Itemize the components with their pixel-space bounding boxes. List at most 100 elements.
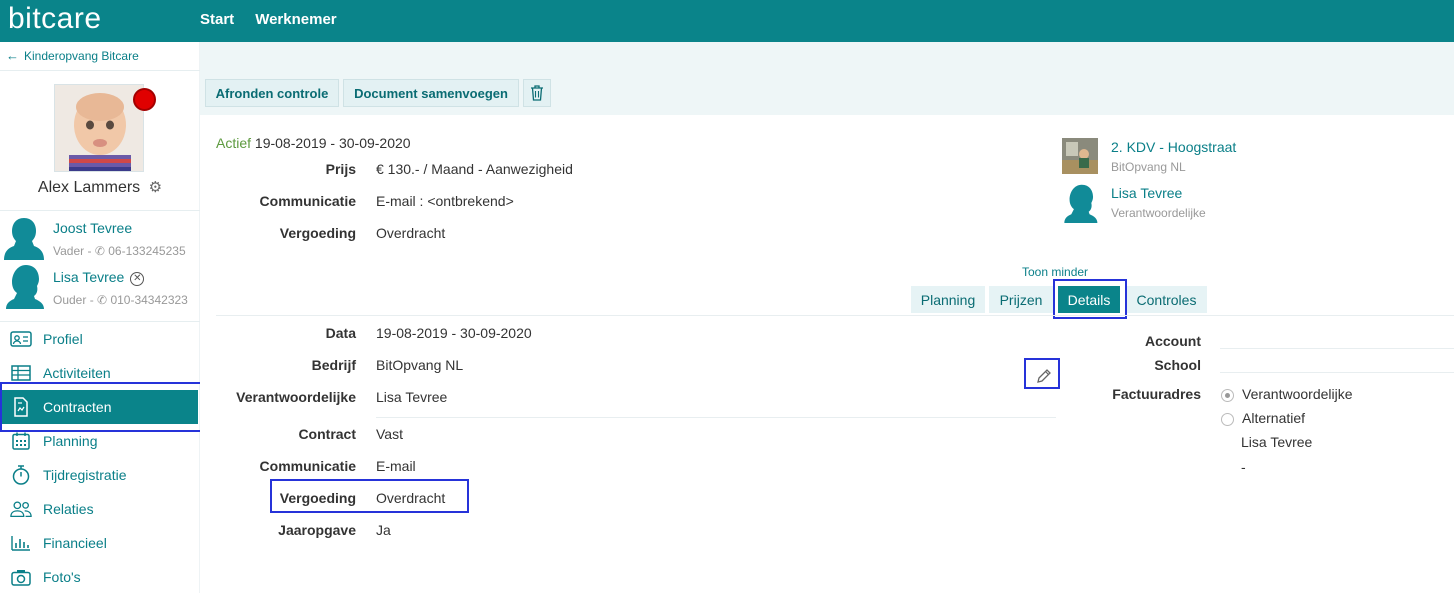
summary-value: € 130.- / Maand - Aanwezigheid (376, 161, 573, 177)
parent-role: Ouder (53, 293, 87, 307)
menu-label: Activiteiten (43, 365, 111, 381)
child-avatar[interactable] (54, 84, 144, 172)
location-title[interactable]: 2. KDV - Hoogstraat (1111, 139, 1236, 155)
nav-werknemer[interactable]: Werknemer (255, 11, 336, 28)
status-dot (133, 88, 156, 111)
menu-item-contracten[interactable]: Contracten (0, 390, 198, 424)
contract-period: 19-08-2019 - 30-09-2020 (254, 135, 411, 151)
menu-label: Tijdregistratie (43, 467, 127, 483)
menu-item-activiteiten[interactable]: Activiteiten (0, 356, 200, 390)
menu-item-relaties[interactable]: Relaties (0, 492, 200, 526)
detail-label: Verantwoordelijke (236, 389, 356, 405)
detail-value: 19-08-2019 - 30-09-2020 (376, 325, 532, 341)
pencil-icon (1037, 369, 1051, 383)
responsible-subtitle: Verantwoordelijke (1111, 206, 1206, 220)
phone-icon: ✆ (97, 293, 108, 307)
document-icon (10, 397, 32, 417)
detail-label: Vergoeding (279, 490, 356, 506)
summary-value: E-mail : <ontbrekend> (376, 193, 514, 209)
detail-label: Communicatie (259, 458, 356, 474)
parent-info: Vader - ✆ 06-133245235 (53, 244, 186, 258)
divider (216, 315, 1454, 316)
remove-circle-icon[interactable]: ✕ (130, 272, 145, 286)
top-bar: bitcare Start Werknemer (0, 0, 1454, 42)
child-name-row: Alex Lammers ⚙ (0, 178, 200, 197)
parent-phone: 06-133245235 (108, 244, 186, 258)
menu-item-planning[interactable]: Planning (0, 424, 200, 458)
toolbar: Afronden controle Document samenvoegen (200, 75, 1454, 111)
trash-icon (531, 85, 543, 101)
radio-label: Verantwoordelijke (1242, 386, 1353, 402)
parent-name[interactable]: Joost Tevree (53, 220, 132, 236)
calendar-icon (10, 431, 32, 451)
menu-item-financieel[interactable]: Financieel (0, 526, 200, 560)
person-silhouette-icon (4, 218, 44, 260)
sidebar-menu: Profiel Activiteiten Contracten Planning… (0, 322, 200, 593)
document-samenvoegen-button[interactable]: Document samenvoegen (343, 79, 519, 107)
status-label: Actief (216, 135, 252, 151)
phone-icon: ✆ (94, 244, 105, 258)
divider (1220, 348, 1454, 349)
detail-value: Lisa Tevree (376, 389, 448, 405)
detail-value: Vast (376, 426, 403, 442)
detail-value: Ja (376, 522, 391, 538)
summary-value: Overdracht (376, 225, 446, 241)
parent-card: Lisa Tevree ✕ Ouder - ✆ 010-34342323 (4, 263, 200, 309)
detail-label: Data (325, 325, 356, 341)
top-nav: Start Werknemer (200, 11, 337, 28)
back-link[interactable]: ← Kinderopvang Bitcare (6, 48, 139, 63)
address-name: Lisa Tevree (1241, 434, 1313, 450)
contract-panel: Actief 19-08-2019 - 30-09-2020 Prijs € 1… (200, 115, 1454, 593)
menu-item-tijdregistratie[interactable]: Tijdregistratie (0, 458, 200, 492)
menu-label: Planning (43, 433, 98, 449)
parent-phone: 010-34342323 (110, 293, 188, 307)
summary-label: Vergoeding (279, 225, 356, 241)
afronden-controle-button[interactable]: Afronden controle (205, 79, 339, 107)
menu-label: Relaties (43, 501, 94, 517)
person-silhouette-icon (6, 265, 44, 309)
child-name: Alex Lammers (37, 179, 141, 196)
parent-role: Vader (53, 244, 85, 258)
delete-button[interactable] (523, 79, 551, 107)
bar-chart-icon (10, 533, 32, 553)
detail-label: Bedrijf (311, 357, 356, 373)
baby-photo-icon (55, 85, 143, 171)
address-extra: - (1241, 459, 1246, 475)
stopwatch-icon (10, 465, 32, 485)
sidebar: ← Kinderopvang Bitcare Alex Lammers ⚙ Jo… (0, 42, 200, 593)
main-area: Afronden controle Document samenvoegen A… (200, 42, 1454, 593)
camera-icon (10, 567, 32, 587)
tab-controles[interactable]: Controles (1126, 286, 1207, 313)
people-icon (10, 499, 32, 519)
table-icon (10, 363, 32, 383)
radio-verantwoordelijke[interactable] (1221, 389, 1234, 402)
divider (0, 210, 200, 211)
id-card-icon (10, 329, 32, 349)
summary-label: Communicatie (259, 193, 356, 209)
tab-planning[interactable]: Planning (911, 286, 985, 313)
menu-label: Financieel (43, 535, 107, 551)
radio-alternatief[interactable] (1221, 413, 1234, 426)
nav-start[interactable]: Start (200, 11, 234, 28)
responsible-title[interactable]: Lisa Tevree (1111, 185, 1182, 201)
arrow-left-icon: ← (6, 48, 19, 63)
tab-details[interactable]: Details (1058, 286, 1120, 313)
menu-item-fotos[interactable]: Foto's (0, 560, 200, 593)
detail-value: BitOpvang NL (376, 357, 464, 373)
toon-minder-link[interactable]: Toon minder (1022, 265, 1088, 279)
detail-label: School (1154, 357, 1201, 373)
back-link-label: Kinderopvang Bitcare (24, 48, 139, 63)
gear-icon[interactable]: ⚙ (149, 178, 162, 196)
brand-logo[interactable]: bitcare (8, 2, 102, 36)
parent-name[interactable]: Lisa Tevree (53, 269, 124, 285)
detail-label: Account (1145, 333, 1201, 349)
contract-status-line: Actief 19-08-2019 - 30-09-2020 (216, 135, 411, 151)
detail-value: Overdracht (376, 490, 446, 506)
detail-value: E-mail (376, 458, 416, 474)
menu-item-profiel[interactable]: Profiel (0, 322, 200, 356)
tab-prijzen[interactable]: Prijzen (989, 286, 1053, 313)
parent-info: Ouder - ✆ 010-34342323 (53, 293, 188, 307)
divider (0, 70, 200, 71)
parent-card: Joost Tevree Vader - ✆ 06-133245235 (4, 214, 200, 260)
divider (1220, 372, 1454, 373)
